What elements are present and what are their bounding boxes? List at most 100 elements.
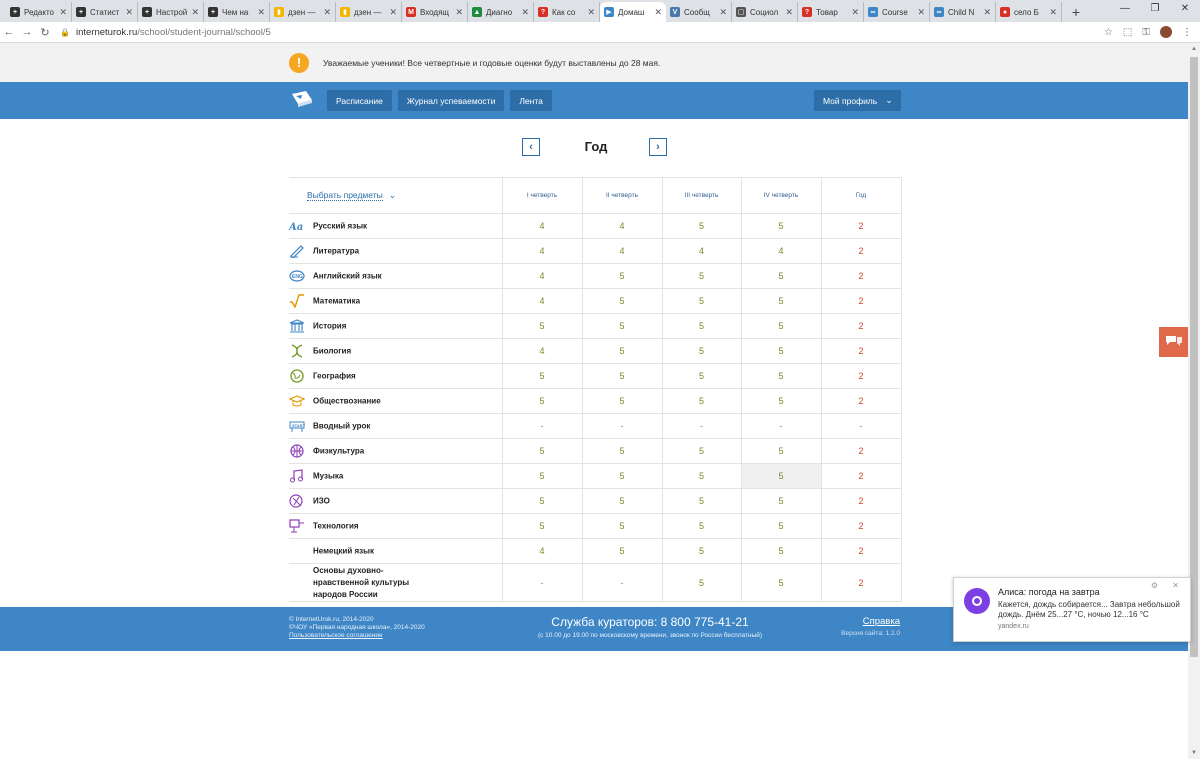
subject-cell[interactable]: Немецкий язык	[289, 538, 502, 564]
tab-close-icon[interactable]: ✕	[1049, 7, 1057, 18]
quarter-grade-cell[interactable]: 4	[501, 338, 582, 364]
subject-cell[interactable]: Обществознание	[288, 388, 502, 414]
tab-close-icon[interactable]: ✕	[389, 7, 397, 18]
tab-close-icon[interactable]: ✕	[785, 7, 793, 18]
tab-close-icon[interactable]: ✕	[191, 7, 199, 18]
site-logo-icon[interactable]	[290, 90, 314, 110]
subject-cell[interactable]: Aa Русский язык	[288, 213, 502, 239]
quarter-grade-cell[interactable]: 5	[661, 488, 741, 514]
tab-close-icon[interactable]: ✕	[983, 7, 991, 18]
subject-cell[interactable]: География	[289, 363, 502, 389]
menu-dots-icon[interactable]: ⋮	[1182, 27, 1192, 38]
tab-close-icon[interactable]: ✕	[587, 7, 595, 18]
subject-cell[interactable]: ИЗО	[289, 488, 502, 514]
browser-tab[interactable]: M Входящ ✕	[402, 2, 468, 22]
user-avatar[interactable]	[1160, 26, 1172, 38]
year-grade-cell[interactable]: 2	[820, 488, 902, 514]
quarter-grade-cell[interactable]: 5	[740, 338, 821, 364]
browser-tab[interactable]: ▲ Диагно ✕	[468, 2, 534, 22]
tab-close-icon[interactable]: ✕	[521, 7, 529, 18]
quarter-grade-cell[interactable]: 5	[740, 363, 821, 389]
quarter-grade-cell[interactable]: 5	[740, 538, 821, 564]
quarter-grade-cell[interactable]: 5	[740, 563, 821, 602]
quarter-grade-cell[interactable]: 5	[581, 463, 662, 489]
year-grade-cell[interactable]: 2	[820, 313, 902, 339]
quarter-grade-cell[interactable]: 5	[581, 288, 662, 314]
subject-cell[interactable]: Литература	[289, 238, 502, 264]
subject-cell[interactable]: ENG Английский язык	[289, 263, 502, 289]
prev-period-button[interactable]: ‹	[522, 138, 540, 156]
quarter-grade-cell[interactable]: 5	[581, 438, 662, 464]
pdf-extension-icon[interactable]: ⬚	[1123, 27, 1132, 38]
quarter-grade-cell[interactable]: 5	[581, 313, 662, 339]
quarter-grade-cell[interactable]: 5	[581, 388, 662, 414]
scroll-up-icon[interactable]: ▲	[1188, 43, 1200, 55]
year-grade-cell[interactable]: 2	[820, 363, 902, 389]
chat-button[interactable]	[1159, 327, 1189, 357]
subject-cell[interactable]: История	[289, 313, 502, 339]
year-grade-cell[interactable]: 2	[820, 213, 902, 239]
maximize-icon[interactable]: ❐	[1140, 0, 1170, 20]
nav-feed-link[interactable]: Лента	[510, 90, 552, 111]
quarter-grade-cell[interactable]: 5	[581, 263, 662, 289]
year-grade-cell[interactable]: 2	[820, 463, 902, 489]
year-grade-cell[interactable]: 2	[820, 338, 902, 364]
quarter-grade-cell[interactable]: 5	[740, 388, 821, 414]
browser-tab[interactable]: ▢ Социол ✕	[732, 2, 798, 22]
quarter-grade-cell[interactable]: 4	[661, 238, 741, 264]
quarter-grade-cell[interactable]: 5	[661, 363, 741, 389]
tab-close-icon[interactable]: ✕	[59, 7, 67, 18]
bookmark-star-icon[interactable]: ☆	[1104, 27, 1113, 38]
quarter-grade-cell[interactable]: 5	[501, 388, 582, 414]
quarter-grade-cell[interactable]: 4	[501, 538, 582, 564]
year-grade-cell[interactable]: -	[820, 413, 902, 439]
browser-tab[interactable]: ? Как со ✕	[534, 2, 600, 22]
year-grade-cell[interactable]: 2	[820, 538, 902, 564]
quarter-grade-cell[interactable]: 5	[661, 288, 741, 314]
subject-cell[interactable]: Биология	[289, 338, 502, 364]
quarter-grade-cell[interactable]: 5	[501, 463, 582, 489]
quarter-grade-cell[interactable]: 5	[501, 313, 582, 339]
reload-icon[interactable]: ↻	[36, 26, 54, 39]
url-field[interactable]: 🔒 interneturok.ru/school/student-journal…	[60, 27, 1104, 38]
year-grade-cell[interactable]: 2	[820, 388, 902, 414]
quarter-grade-cell[interactable]: 5	[740, 463, 821, 489]
help-link[interactable]: Справка	[841, 616, 900, 627]
quarter-grade-cell[interactable]: 5	[661, 313, 741, 339]
quarter-grade-cell[interactable]: 5	[661, 388, 741, 414]
browser-tab[interactable]: ? Товар ✕	[798, 2, 864, 22]
browser-tab[interactable]: ∞ Child N ✕	[930, 2, 996, 22]
profile-menu-button[interactable]: Мой профиль ⌄	[814, 90, 901, 111]
quarter-grade-cell[interactable]: 4	[581, 213, 662, 239]
minimize-icon[interactable]: —	[1110, 0, 1140, 20]
scroll-thumb[interactable]	[1190, 57, 1198, 657]
quarter-grade-cell[interactable]: 5	[581, 513, 662, 539]
quarter-grade-cell[interactable]: 5	[661, 463, 741, 489]
browser-tab[interactable]: ∞ Course ✕	[864, 2, 930, 22]
forward-icon[interactable]: →	[18, 26, 36, 38]
quarter-grade-cell[interactable]: 5	[661, 263, 741, 289]
quarter-grade-cell[interactable]: -	[581, 563, 662, 602]
support-phone[interactable]: Служба кураторов: 8 800 775-41-21	[500, 615, 800, 629]
quarter-grade-cell[interactable]: 5	[581, 488, 662, 514]
quarter-grade-cell[interactable]: 5	[501, 363, 582, 389]
quarter-grade-cell[interactable]: -	[661, 413, 741, 439]
browser-tab[interactable]: ● село Б ✕	[996, 2, 1062, 22]
quarter-grade-cell[interactable]: 5	[661, 338, 741, 364]
quarter-grade-cell[interactable]: 4	[740, 238, 821, 264]
browser-tab[interactable]: V Сообщ ✕	[666, 2, 732, 22]
subject-cell[interactable]: Технология	[289, 513, 502, 539]
tab-close-icon[interactable]: ✕	[257, 7, 265, 18]
quarter-grade-cell[interactable]: 4	[581, 238, 662, 264]
subject-cell[interactable]: Музыка	[289, 463, 502, 489]
quarter-grade-cell[interactable]: 5	[661, 213, 741, 239]
quarter-grade-cell[interactable]: -	[581, 413, 662, 439]
tab-close-icon[interactable]: ✕	[455, 7, 463, 18]
nav-schedule-link[interactable]: Расписание	[327, 90, 392, 111]
quarter-grade-cell[interactable]: 5	[740, 313, 821, 339]
quarter-grade-cell[interactable]: 5	[501, 488, 582, 514]
page-scrollbar[interactable]: ▲ ▼	[1188, 43, 1200, 759]
tab-close-icon[interactable]: ✕	[719, 7, 727, 18]
year-grade-cell[interactable]: 2	[820, 563, 902, 602]
quarter-grade-cell[interactable]: 5	[740, 488, 821, 514]
